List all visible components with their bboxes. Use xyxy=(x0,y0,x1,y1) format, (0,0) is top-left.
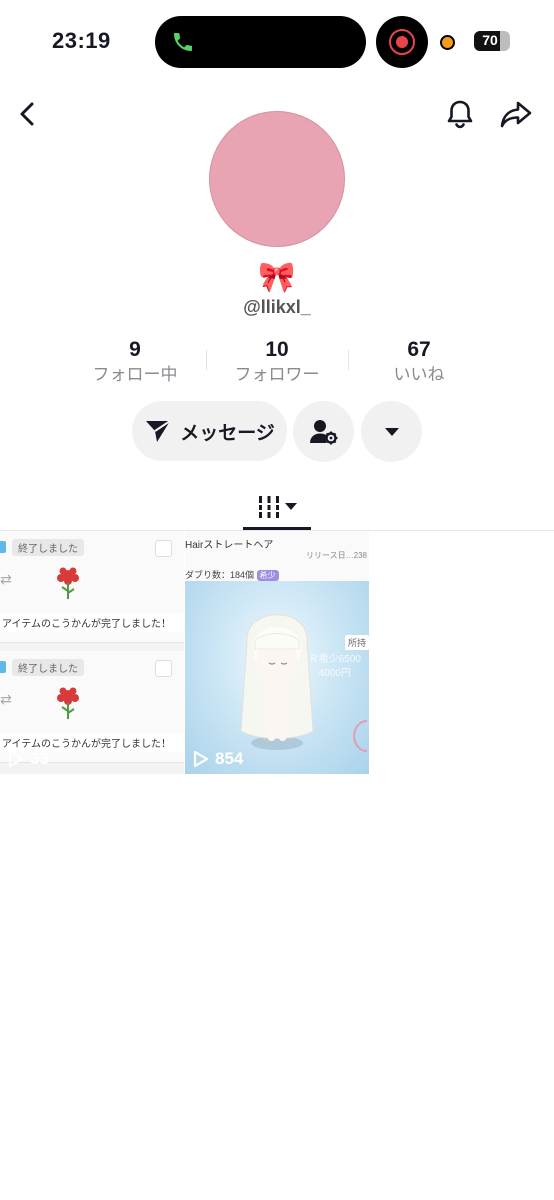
back-button[interactable] xyxy=(8,94,48,134)
notification-button[interactable] xyxy=(440,94,480,134)
stat-followers[interactable]: 10 フォロワー xyxy=(206,336,348,386)
stat-likes-label: いいね xyxy=(393,365,445,384)
stat-likes[interactable]: 67 いいね xyxy=(348,336,490,386)
message-button-label: メッセージ xyxy=(180,422,275,444)
dynamic-island[interactable] xyxy=(155,16,366,68)
profile-avatar[interactable] xyxy=(209,111,345,247)
exchange-arrows-icon: ⇄ xyxy=(0,691,12,707)
play-count: 854 xyxy=(193,749,243,769)
message-button[interactable]: メッセージ xyxy=(132,401,287,461)
item-release: リリース日…238 xyxy=(306,551,367,560)
play-count-value: 854 xyxy=(215,749,244,768)
avatar-preview: 所持 Ｒ希少6500 4000円 xyxy=(185,581,369,774)
exchange-status: 終了しました xyxy=(12,539,84,556)
flower-icon xyxy=(57,567,79,599)
share-icon xyxy=(500,101,532,128)
profile-username: @llikxl_ xyxy=(243,297,311,317)
add-friend-button[interactable] xyxy=(293,401,354,462)
screen-recording-indicator[interactable] xyxy=(376,16,428,68)
battery-icon: 70 xyxy=(474,31,510,51)
item-price-line1: Ｒ希少6500 xyxy=(308,654,361,665)
tab-videos[interactable] xyxy=(243,484,311,530)
grid-icon xyxy=(257,496,281,518)
stat-followers-label: フォロワー xyxy=(234,365,320,384)
item-price: Ｒ希少6500 4000円 xyxy=(309,653,361,681)
item-title: Hairストレートヘア xyxy=(185,540,274,551)
back-icon xyxy=(20,102,34,126)
bell-icon xyxy=(447,100,473,129)
item-price-line2: 4000円 xyxy=(318,668,351,679)
caret-down-icon xyxy=(384,427,399,436)
profile-nickname: 🎀 xyxy=(258,261,296,294)
item-duplicates: ダブり数：184個 希少 xyxy=(185,568,279,581)
exchange-card: 終了しました ⇄ アイテムのこうかんが完了しました！ xyxy=(0,531,184,643)
checkbox-icon xyxy=(155,540,172,557)
caret-down-icon xyxy=(285,503,297,510)
profile-stats: 9 フォロー中 10 フォロワー 67 いいね xyxy=(64,336,490,388)
stat-following-label: フォロー中 xyxy=(92,365,178,384)
play-count: 33 xyxy=(8,749,49,769)
more-options-button[interactable] xyxy=(361,401,422,462)
checkbox-icon xyxy=(155,660,172,677)
video-thumbnail[interactable]: 終了しました ⇄ アイテムのこうかんが完了しました！ 終了しました ⇄ アイテム… xyxy=(0,531,184,774)
send-icon xyxy=(146,420,171,442)
battery-percent: 70 xyxy=(482,32,498,48)
stat-following[interactable]: 9 フォロー中 xyxy=(64,336,206,386)
play-icon xyxy=(193,750,209,768)
privacy-indicator-dot xyxy=(440,35,455,50)
exchange-card: 終了しました ⇄ アイテムのこうかんが完了しました！ xyxy=(0,651,184,763)
status-time: 23:19 xyxy=(52,28,111,53)
stat-followers-count: 10 xyxy=(265,338,289,361)
video-thumbnail[interactable]: Hairストレートヘア リリース日…238 ダブり数：184個 希少 所持 Ｒ希… xyxy=(185,531,369,774)
exchange-arrows-icon: ⇄ xyxy=(0,571,12,587)
item-info-bar: Hairストレートヘア リリース日…238 ダブり数：184個 希少 xyxy=(185,531,369,581)
rarity-badge: 希少 xyxy=(256,570,279,581)
owned-badge: 所持 xyxy=(344,635,369,650)
record-dot-icon xyxy=(396,36,408,48)
status-bar: 23:19 70 xyxy=(0,0,554,84)
add-user-settings-icon xyxy=(309,419,337,444)
play-icon xyxy=(8,750,24,768)
exchange-status: 終了しました xyxy=(12,659,84,676)
exchange-message: アイテムのこうかんが完了しました！ xyxy=(0,613,184,632)
phone-call-icon xyxy=(174,33,192,51)
stat-following-count: 9 xyxy=(129,338,141,361)
stat-likes-count: 67 xyxy=(407,338,431,361)
item-duplicates-text: ダブり数：184個 xyxy=(185,570,255,580)
share-button[interactable] xyxy=(496,94,536,134)
flower-icon xyxy=(57,687,79,719)
play-count-value: 33 xyxy=(30,749,49,768)
